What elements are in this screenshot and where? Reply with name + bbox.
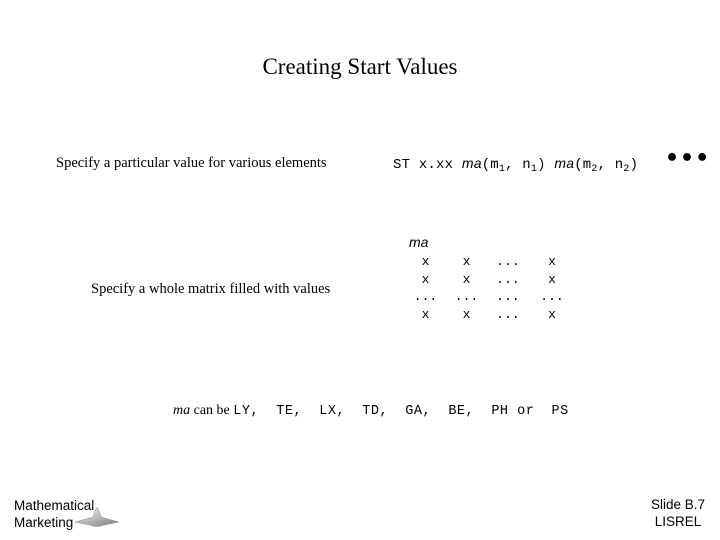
args2-close: ) bbox=[629, 157, 639, 173]
matrix-cell: ... bbox=[454, 289, 479, 304]
note-options: LY, TE, LX, TD, GA, BE, PH or PS bbox=[233, 404, 569, 419]
st-value: x.xx bbox=[418, 157, 454, 173]
slide-number: Slide B.7 bbox=[650, 497, 705, 512]
matrix-name-2: ma bbox=[554, 155, 575, 171]
matrix-cell: x bbox=[548, 271, 556, 287]
matrix-cell: x bbox=[548, 254, 556, 269]
matrix-name-1: ma bbox=[461, 155, 482, 171]
matrix-values: x x... x x x... x............ x x... x bbox=[405, 253, 575, 323]
matrix-row: x x... x bbox=[405, 271, 575, 289]
matrix-cell: x bbox=[462, 271, 471, 287]
matrix-options-note: ma can be LY, TE, LX, TD, GA, BE, PH or … bbox=[173, 403, 569, 419]
slide-reference: Slide B.7 LISREL bbox=[651, 496, 705, 530]
matrix-cell: ... bbox=[413, 289, 438, 304]
matrix-cell: x bbox=[421, 254, 430, 269]
args1-open: (m bbox=[481, 157, 499, 173]
matrix-row: x x... x bbox=[405, 253, 575, 271]
args1-close: ) bbox=[537, 157, 546, 173]
continuation-dots: ••• bbox=[665, 146, 711, 171]
args1-mid: , n bbox=[505, 157, 531, 173]
bell-surface-icon bbox=[74, 503, 120, 534]
matrix-cell: x bbox=[421, 271, 430, 287]
matrix-cell: ... bbox=[496, 271, 520, 287]
matrix-name-label: ma bbox=[409, 234, 429, 250]
matrix-row: ............ bbox=[405, 288, 575, 306]
matrix-cell: x bbox=[548, 306, 556, 322]
matrix-cell: ... bbox=[496, 306, 520, 322]
note-matrix-name: ma bbox=[173, 403, 191, 418]
whole-matrix-label: Specify a whole matrix filled with value… bbox=[91, 281, 331, 297]
particular-value-label: Specify a particular value for various e… bbox=[56, 155, 327, 171]
st-command: ST x.xx ma(m1, n1) ma(m2, n2) bbox=[393, 155, 639, 175]
matrix-cell: x bbox=[462, 306, 471, 322]
section-name: LISREL bbox=[654, 514, 702, 529]
note-text: can be bbox=[190, 403, 234, 418]
matrix-cell: x bbox=[421, 306, 430, 322]
matrix-cell: x bbox=[462, 254, 471, 269]
args2-mid: , n bbox=[597, 157, 624, 173]
args2-open: (m bbox=[574, 157, 592, 173]
matrix-cell: ... bbox=[496, 289, 520, 304]
st-keyword: ST bbox=[393, 157, 411, 173]
matrix-cell: ... bbox=[496, 254, 520, 269]
slide-title: Creating Start Values bbox=[262, 54, 458, 79]
matrix-row: x x... x bbox=[405, 306, 575, 324]
matrix-cell: ... bbox=[540, 289, 564, 304]
